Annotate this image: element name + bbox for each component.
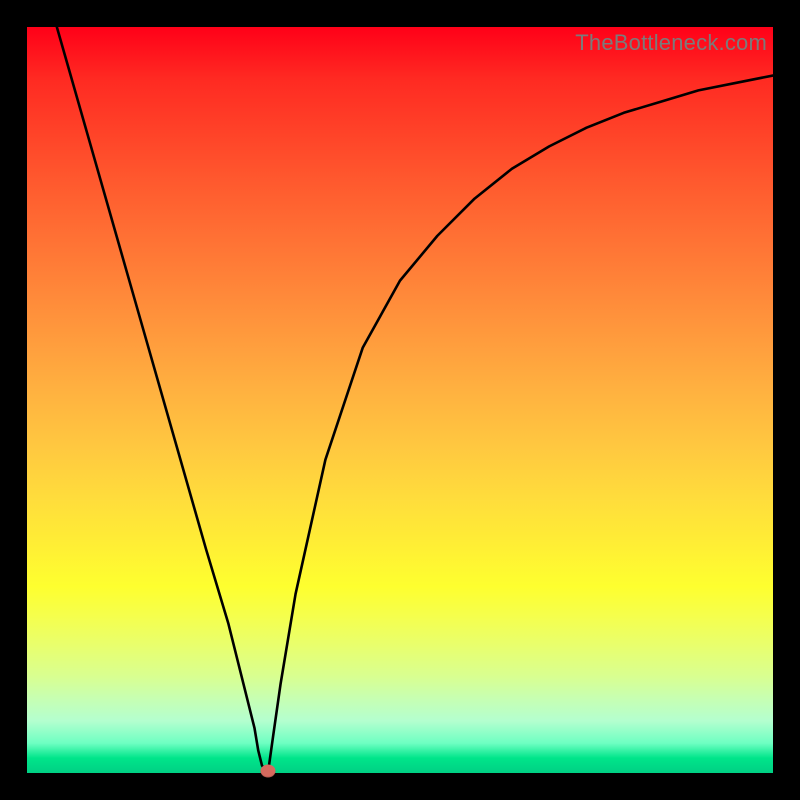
plot-area: TheBottleneck.com: [27, 27, 773, 773]
curve-svg: [27, 27, 773, 773]
optimum-marker: [260, 764, 275, 777]
bottleneck-curve-path: [57, 27, 773, 773]
chart-container: TheBottleneck.com: [0, 0, 800, 800]
